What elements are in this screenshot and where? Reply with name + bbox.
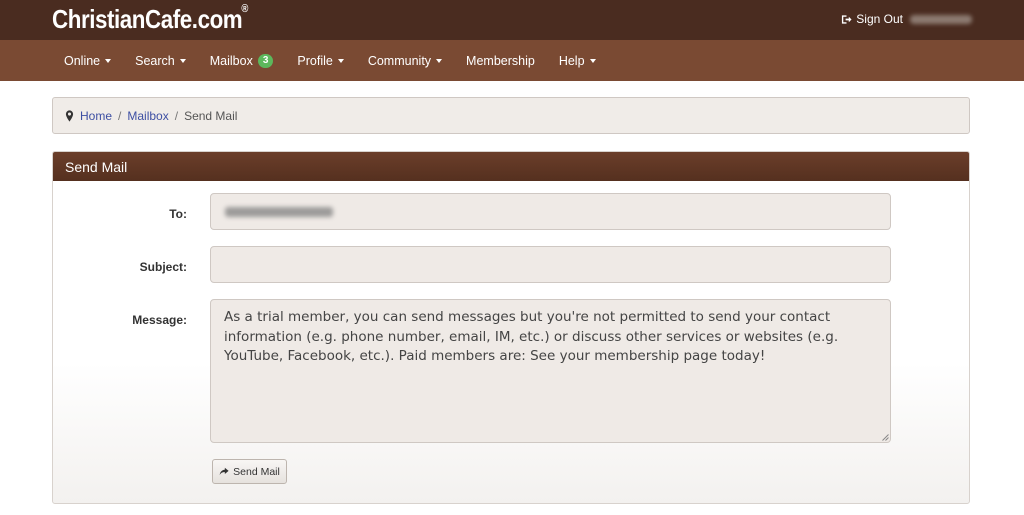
registered-mark: ® (241, 3, 248, 16)
nav-mailbox[interactable]: Mailbox 3 (198, 40, 286, 81)
share-icon (219, 467, 229, 476)
nav-help[interactable]: Help (547, 40, 608, 81)
breadcrumb-mailbox-link[interactable]: Mailbox (127, 109, 168, 123)
subject-label: Subject: (139, 260, 187, 274)
caret-down-icon (589, 59, 596, 63)
sign-out-label: Sign Out (856, 12, 903, 26)
username-redacted (910, 14, 972, 24)
send-mail-panel: Send Mail To: Subject: Message: As a tri… (52, 151, 970, 504)
caret-down-icon (105, 59, 112, 63)
message-textarea[interactable]: As a trial member, you can send messages… (210, 299, 891, 443)
nav-label: Community (367, 53, 432, 68)
nav-label: Mailbox (209, 53, 253, 68)
nav-label: Help (558, 53, 585, 68)
breadcrumb: Home / Mailbox / Send Mail (52, 97, 970, 134)
breadcrumb-separator: / (118, 108, 122, 123)
caret-down-icon (337, 59, 344, 63)
mailbox-count-badge: 3 (257, 53, 274, 68)
nav-online[interactable]: Online (52, 40, 123, 81)
logo-text: ChristianCafe.com (52, 4, 243, 34)
send-mail-label: Send Mail (233, 465, 280, 478)
nav-search[interactable]: Search (123, 40, 198, 81)
breadcrumb-current: Send Mail (184, 108, 238, 123)
nav-community[interactable]: Community (356, 40, 454, 81)
message-text: As a trial member, you can send messages… (224, 309, 839, 364)
nav-label: Online (64, 53, 101, 68)
site-logo[interactable]: ChristianCafe.com® (52, 3, 249, 35)
message-label: Message: (132, 313, 187, 327)
top-header: ChristianCafe.com® Sign Out (0, 0, 1024, 40)
resize-grip-icon[interactable] (881, 433, 889, 441)
subject-input[interactable] (210, 246, 891, 283)
nav-list: Online Search Mailbox 3 Profile Community… (52, 40, 608, 81)
nav-label: Profile (297, 53, 333, 68)
sign-out-icon (842, 14, 852, 24)
to-label: To: (169, 207, 187, 221)
panel-title: Send Mail (53, 152, 969, 181)
main-nav: Online Search Mailbox 3 Profile Community… (0, 40, 1024, 81)
recipient-redacted (225, 207, 333, 217)
nav-label: Membership (466, 53, 535, 68)
send-mail-button[interactable]: Send Mail (212, 459, 287, 484)
caret-down-icon (436, 59, 443, 63)
caret-down-icon (179, 59, 186, 63)
sign-out-link[interactable]: Sign Out (841, 12, 972, 26)
breadcrumb-separator: / (174, 108, 179, 123)
nav-label: Search (135, 53, 175, 68)
map-marker-icon (65, 109, 74, 122)
nav-profile[interactable]: Profile (285, 40, 355, 81)
breadcrumb-home-link[interactable]: Home (80, 109, 112, 123)
to-field[interactable] (210, 193, 891, 230)
nav-membership[interactable]: Membership (454, 40, 547, 81)
